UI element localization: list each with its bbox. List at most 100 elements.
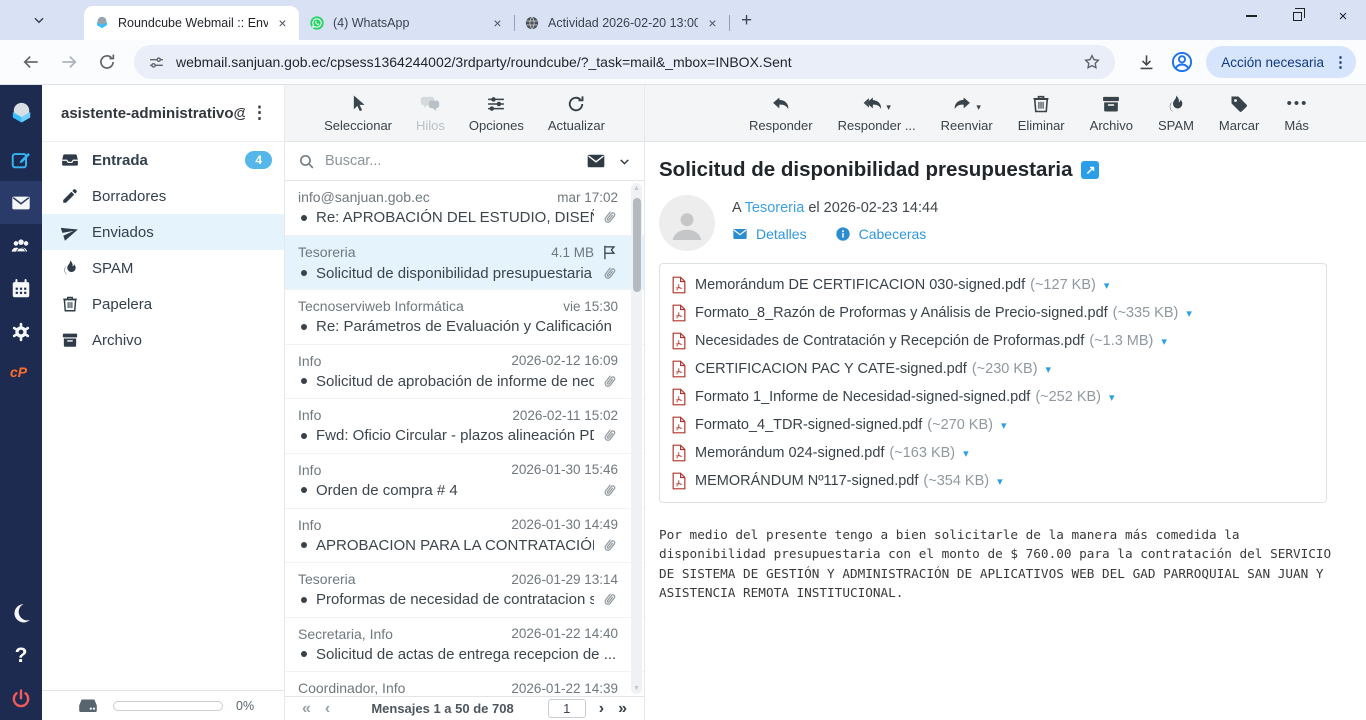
tab-close-icon[interactable]: ×: [489, 15, 506, 32]
rail-item[interactable]: [0, 310, 42, 353]
new-tab-button[interactable]: +: [741, 11, 752, 30]
folder-item[interactable]: Papelera: [42, 286, 284, 322]
window-restore-button[interactable]: [1274, 0, 1320, 32]
attachment-item[interactable]: Memorándum DE CERTIFICACION 030-signed.p…: [672, 271, 1109, 299]
rail-item[interactable]: [0, 267, 42, 310]
toolbar-button-label: Reenviar: [941, 118, 993, 133]
rail-item[interactable]: [0, 138, 42, 181]
mail-toolbar-button[interactable]: ▾ Responder ...: [829, 94, 925, 133]
attachment-item[interactable]: CERTIFICACION PAC Y CATE-signed.pdf (~23…: [672, 355, 1051, 383]
recipient-link[interactable]: Tesoreria: [745, 200, 805, 216]
attachment-menu-caret-icon[interactable]: ▾: [1001, 419, 1007, 432]
prev-page-button[interactable]: ‹: [318, 701, 337, 717]
attachment-item[interactable]: Formato 1_Informe de Necesidad-signed-si…: [672, 383, 1115, 411]
rail-item[interactable]: [0, 224, 42, 267]
search-scope-mail-icon[interactable]: [586, 151, 606, 171]
attachment-item[interactable]: MEMORÁNDUM Nº117-signed.pdf (~354 KB) ▾: [672, 467, 1003, 495]
header-toggle-link[interactable]: Detalles: [732, 226, 807, 242]
browser-tab[interactable]: Roundcube Webmail :: Enviados ×: [84, 6, 299, 40]
attachment-item[interactable]: Necesidades de Contratación y Recepción …: [672, 327, 1167, 355]
mail-toolbar-button[interactable]: ▾ Eliminar: [1009, 94, 1074, 133]
header-toggle-link[interactable]: Cabeceras: [835, 226, 927, 242]
list-toolbar-button[interactable]: Seleccionar: [315, 94, 401, 133]
message-date: 2026-01-30 15:46: [511, 462, 618, 477]
account-name[interactable]: asistente-administrativo@sa...: [61, 105, 245, 122]
tab-list-chevron-icon[interactable]: [32, 13, 46, 27]
mail-toolbar-button[interactable]: ••• ▾ Más: [1275, 94, 1318, 133]
mail-toolbar-button[interactable]: ▾ SPAM: [1149, 94, 1203, 133]
rail-item[interactable]: [0, 181, 42, 224]
attachment-menu-caret-icon[interactable]: ▾: [1104, 279, 1110, 292]
message-row[interactable]: Info 2026-02-11 15:02 Fwd: Oficio Circul…: [285, 399, 644, 454]
rail-item[interactable]: [0, 591, 42, 634]
scroll-up-icon[interactable]: ▲: [631, 185, 642, 192]
forward-button[interactable]: [59, 52, 79, 72]
list-pagination: « ‹ Mensajes 1 a 50 de 708 1 › »: [285, 696, 644, 720]
search-input[interactable]: Buscar...: [325, 153, 576, 169]
attachment-item[interactable]: Formato_8_Razón de Proformas y Análisis …: [672, 299, 1192, 327]
downloads-icon[interactable]: [1137, 53, 1156, 72]
mail-toolbar-button[interactable]: ▾ Marcar: [1210, 94, 1268, 133]
rail-item[interactable]: [0, 677, 42, 720]
open-in-new-window-icon[interactable]: ↗: [1081, 161, 1099, 179]
dropdown-caret-icon[interactable]: ▾: [976, 100, 981, 114]
message-row[interactable]: Tesoreria 2026-01-29 13:14 Proformas de …: [285, 563, 644, 618]
rail-item[interactable]: [0, 88, 42, 138]
account-menu-icon[interactable]: ⋮: [245, 103, 274, 123]
first-page-button[interactable]: «: [295, 701, 318, 717]
mail-toolbar-button[interactable]: ▾ Archivo: [1081, 94, 1142, 133]
reload-button[interactable]: [97, 52, 117, 72]
attachment-menu-caret-icon[interactable]: ▾: [1109, 391, 1115, 404]
next-page-button[interactable]: ›: [592, 701, 611, 717]
message-row[interactable]: Info 2026-01-30 15:46 Orden de compra # …: [285, 454, 644, 509]
list-toolbar-button[interactable]: Opciones: [460, 94, 533, 133]
site-settings-icon[interactable]: [148, 54, 165, 71]
action-needed-chip[interactable]: Acción necesaria ⋮: [1206, 46, 1356, 78]
message-row[interactable]: Info 2026-01-30 14:49 APROBACION PARA LA…: [285, 509, 644, 564]
message-row[interactable]: Tesoreria 4.1 MB Solicitud de disponibil…: [285, 236, 644, 291]
address-bar[interactable]: webmail.sanjuan.gob.ec/cpsess1364244002/…: [134, 45, 1115, 79]
list-scrollbar[interactable]: ▲ ▼: [631, 183, 642, 694]
folder-item[interactable]: SPAM: [42, 250, 284, 286]
last-page-button[interactable]: »: [611, 701, 634, 717]
window-minimize-button[interactable]: [1228, 0, 1274, 32]
attachment-menu-caret-icon[interactable]: ▾: [997, 475, 1003, 488]
message-row[interactable]: Tecnoserviweb Informática vie 15:30 Re: …: [285, 290, 644, 345]
back-button[interactable]: [21, 52, 41, 72]
message-row[interactable]: Info 2026-02-12 16:09 Solicitud de aprob…: [285, 345, 644, 400]
folder-item[interactable]: Borradores: [42, 178, 284, 214]
scrollbar-thumb[interactable]: [633, 198, 641, 292]
tab-close-icon[interactable]: ×: [274, 15, 291, 32]
list-toolbar-button[interactable]: Hilos: [407, 94, 454, 133]
message-row[interactable]: Coordinador, Info 2026-01-22 14:39: [285, 672, 644, 696]
profile-icon[interactable]: [1170, 50, 1194, 74]
folder-item[interactable]: Enviados: [42, 214, 284, 250]
rail-item[interactable]: cP: [0, 353, 42, 396]
page-number-input[interactable]: 1: [548, 699, 586, 718]
browser-tab[interactable]: (4) WhatsApp ×: [299, 6, 514, 40]
list-toolbar-button[interactable]: Actualizar: [539, 94, 614, 133]
attachment-item[interactable]: Memorándum 024-signed.pdf (~163 KB) ▾: [672, 439, 969, 467]
folder-item[interactable]: Archivo: [42, 322, 284, 358]
tab-close-icon[interactable]: ×: [704, 15, 721, 32]
message-row[interactable]: info@sanjuan.gob.ec mar 17:02 Re: APROBA…: [285, 181, 644, 236]
browser-tab[interactable]: Actividad 2026-02-20 13:00:00 ×: [514, 6, 729, 40]
rail-item[interactable]: ?: [0, 634, 42, 677]
mail-toolbar-button[interactable]: ▾ Reenviar: [932, 94, 1002, 133]
attachment-menu-caret-icon[interactable]: ▾: [1161, 335, 1167, 348]
dropdown-caret-icon[interactable]: ▾: [886, 100, 891, 114]
message-sender: Info: [298, 353, 503, 369]
attachment-menu-caret-icon[interactable]: ▾: [963, 447, 969, 460]
sliders-icon: [486, 94, 506, 114]
chip-menu-icon[interactable]: ⋮: [1333, 53, 1348, 71]
bookmark-star-icon[interactable]: [1083, 53, 1101, 71]
search-options-chevron-icon[interactable]: [618, 155, 631, 168]
folder-item[interactable]: Entrada 4: [42, 142, 284, 178]
scroll-down-icon[interactable]: ▼: [631, 685, 642, 692]
message-row[interactable]: Secretaria, Info 2026-01-22 14:40 Solici…: [285, 618, 644, 673]
attachment-menu-caret-icon[interactable]: ▾: [1186, 307, 1192, 320]
mail-toolbar-button[interactable]: ▾ Responder: [740, 94, 822, 133]
attachment-item[interactable]: Formato_4_TDR-signed-signed.pdf (~270 KB…: [672, 411, 1007, 439]
attachment-menu-caret-icon[interactable]: ▾: [1046, 363, 1052, 376]
window-close-button[interactable]: ×: [1320, 0, 1366, 32]
